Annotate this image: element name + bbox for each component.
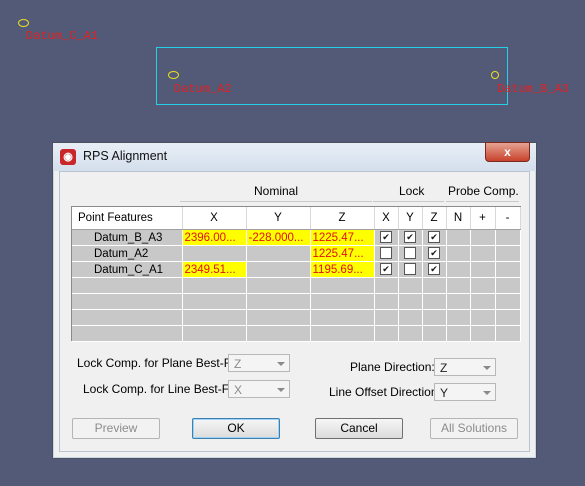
dialog-titlebar[interactable]: ◉ RPS Alignment x <box>53 142 536 171</box>
point-features-table: Point Features X Y Z X Y Z N + - Datum_B <box>71 206 521 342</box>
probe-plus-cell[interactable] <box>470 229 496 246</box>
probe-n-cell[interactable] <box>446 245 471 262</box>
lock-y-checkbox[interactable] <box>404 247 416 260</box>
lock-x-checkbox[interactable]: ✔ <box>380 263 392 276</box>
cancel-button[interactable]: Cancel <box>315 418 403 439</box>
point-feature-name[interactable]: Datum_A2 <box>72 245 183 262</box>
probe-n-cell[interactable] <box>446 229 471 246</box>
lock-plane-bestfit-label: Lock Comp. for Plane Best-Fit: <box>77 356 241 370</box>
chevron-down-icon <box>277 388 285 392</box>
datum-b-a3-marker[interactable] <box>491 71 499 79</box>
lock-plane-bestfit-value: Z <box>234 357 242 371</box>
table-row[interactable]: Datum_C_A1 2349.51... 1195.69... ✔ ✔ <box>72 261 521 278</box>
column-header-nominal-z[interactable]: Z <box>310 207 375 230</box>
datum-a2-label[interactable]: Datum_A2 <box>174 82 232 96</box>
column-header-lock-z[interactable]: Z <box>422 207 447 230</box>
column-header-lock-x[interactable]: X <box>374 207 399 230</box>
probe-comp-group-header: Probe Comp. <box>448 184 519 198</box>
point-feature-name[interactable]: Datum_C_A1 <box>72 261 183 278</box>
nominal-x-cell[interactable]: 2396.00... <box>182 229 247 246</box>
empty-table-row <box>72 325 521 342</box>
lock-x-checkbox[interactable]: ✔ <box>380 231 392 244</box>
lock-plane-bestfit-combo: Z <box>228 354 290 372</box>
column-header-nominal-y[interactable]: Y <box>246 207 311 230</box>
dialog-title: RPS Alignment <box>83 149 168 163</box>
empty-table-row <box>72 277 521 294</box>
lock-z-checkbox[interactable]: ✔ <box>428 247 440 260</box>
table-header-row: Point Features X Y Z X Y Z N + - <box>72 207 521 230</box>
nominal-x-cell[interactable]: 2349.51... <box>182 261 247 278</box>
probe-minus-cell[interactable] <box>495 245 521 262</box>
lock-z-checkbox[interactable]: ✔ <box>428 263 440 276</box>
nominal-z-cell[interactable]: 1225.47... <box>310 245 375 262</box>
lock-y-checkbox[interactable] <box>404 263 416 276</box>
point-feature-name[interactable]: Datum_B_A3 <box>72 229 183 246</box>
datum-b-a3-label[interactable]: Datum_B_A3 <box>497 82 569 96</box>
ok-button[interactable]: OK <box>192 418 280 439</box>
table-row[interactable]: Datum_A2 1225.47... ✔ <box>72 245 521 262</box>
probe-divider <box>446 201 519 202</box>
datum-c-a1-marker[interactable] <box>18 19 29 27</box>
lock-x-checkbox[interactable] <box>380 247 392 260</box>
plane-direction-value: Z <box>440 361 448 375</box>
nominal-group-header: Nominal <box>254 184 299 198</box>
probe-plus-cell[interactable] <box>470 261 496 278</box>
line-offset-direction-label: Line Offset Direction: <box>329 385 441 399</box>
datum-a2-marker[interactable] <box>168 71 179 79</box>
datum-c-a1-label[interactable]: Datum_C_A1 <box>26 29 98 43</box>
all-solutions-button[interactable]: All Solutions <box>430 418 518 439</box>
probe-minus-cell[interactable] <box>495 229 521 246</box>
column-header-probe-n[interactable]: N <box>446 207 471 230</box>
app-icon: ◉ <box>60 149 76 165</box>
column-header-nominal-x[interactable]: X <box>182 207 247 230</box>
table-row[interactable]: Datum_B_A3 2396.00... -228.000... 1225.4… <box>72 229 521 246</box>
lock-line-bestfit-label: Lock Comp. for Line Best-Fit: <box>83 382 239 396</box>
probe-n-cell[interactable] <box>446 261 471 278</box>
dialog-content: Nominal Lock Probe Comp. Point Features … <box>59 171 530 452</box>
lock-line-bestfit-combo: X <box>228 380 290 398</box>
chevron-down-icon <box>277 362 285 366</box>
lock-divider <box>373 201 444 202</box>
lock-group-header: Lock <box>399 184 425 198</box>
nominal-z-cell[interactable]: 1225.47... <box>310 229 375 246</box>
empty-table-row <box>72 309 521 326</box>
line-offset-direction-value: Y <box>440 386 449 400</box>
line-offset-direction-combo[interactable]: Y <box>434 383 496 401</box>
rps-alignment-dialog: ◉ RPS Alignment x Nominal Lock Probe Com… <box>52 142 537 459</box>
nominal-x-cell[interactable] <box>182 245 247 262</box>
preview-button[interactable]: Preview <box>72 418 160 439</box>
nominal-y-cell[interactable]: -228.000... <box>246 229 311 246</box>
chevron-down-icon <box>483 391 491 395</box>
lock-line-bestfit-value: X <box>234 383 243 397</box>
probe-plus-cell[interactable] <box>470 245 496 262</box>
probe-minus-cell[interactable] <box>495 261 521 278</box>
nominal-z-cell[interactable]: 1195.69... <box>310 261 375 278</box>
selection-rectangle <box>156 47 508 105</box>
plane-direction-combo[interactable]: Z <box>434 358 496 376</box>
empty-table-row <box>72 293 521 310</box>
column-header-probe-minus[interactable]: - <box>495 207 521 230</box>
plane-direction-label: Plane Direction: <box>350 360 435 374</box>
nominal-divider <box>180 201 372 202</box>
lock-z-checkbox[interactable]: ✔ <box>428 231 440 244</box>
nominal-y-cell[interactable] <box>246 245 311 262</box>
nominal-y-cell[interactable] <box>246 261 311 278</box>
close-button[interactable]: x <box>485 142 530 162</box>
chevron-down-icon <box>483 366 491 370</box>
column-header-lock-y[interactable]: Y <box>398 207 423 230</box>
column-header-point-features[interactable]: Point Features <box>72 207 183 230</box>
column-header-probe-plus[interactable]: + <box>470 207 496 230</box>
lock-y-checkbox[interactable]: ✔ <box>404 231 416 244</box>
